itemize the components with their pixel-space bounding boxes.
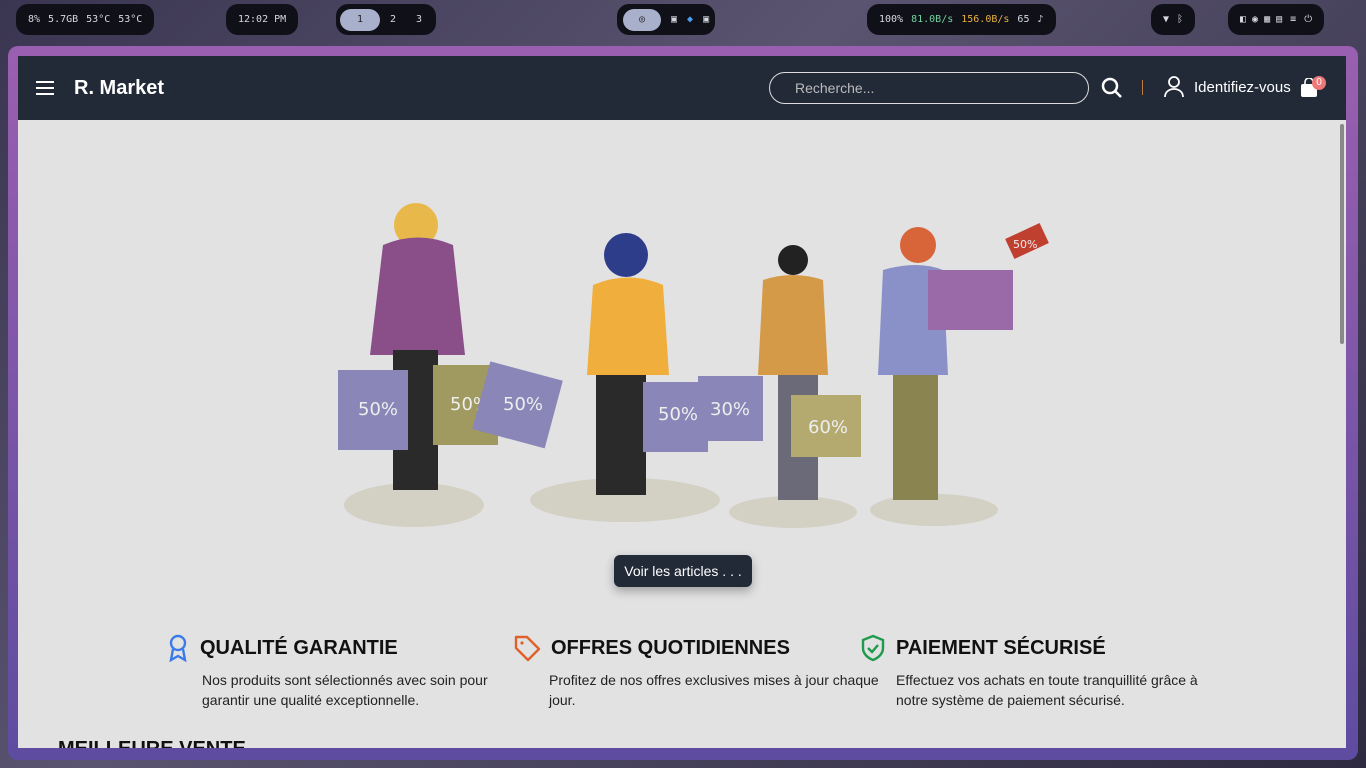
divider <box>1142 80 1143 95</box>
menu-icon[interactable] <box>36 81 54 95</box>
temp: 53°C <box>86 14 111 25</box>
tag-icon <box>514 635 541 662</box>
bluetooth-icon[interactable]: ᛒ <box>1177 14 1183 25</box>
feature-title: QUALITÉ GARANTIE <box>200 636 398 659</box>
battery: 100% <box>879 14 904 25</box>
scrollbar[interactable] <box>1340 124 1344 344</box>
cpu: 8% <box>28 14 41 25</box>
vscode-icon[interactable]: ◆ <box>687 14 693 25</box>
navbar: R. Market Identifiez-vous 0 <box>18 56 1346 120</box>
feature-offers: OFFRES QUOTIDIENNES Profitez de nos offr… <box>514 634 879 710</box>
bag-label: 50% <box>503 394 543 415</box>
volume[interactable]: 65 <box>1017 14 1029 25</box>
download-rate: 81.0B/s <box>911 14 954 25</box>
app-icon[interactable]: ◎ <box>623 8 661 31</box>
user-icon <box>1164 76 1184 98</box>
feature-title: PAIEMENT SÉCURISÉ <box>896 636 1106 659</box>
memory: 5.7GB <box>48 14 79 25</box>
network-tray: ▼ ᛒ <box>1151 4 1196 35</box>
section-title: MEILLEURE VENTE <box>58 738 246 748</box>
feature-payment: PAIEMENT SÉCURISÉ Effectuez vos achats e… <box>861 634 1226 710</box>
login-link[interactable]: Identifiez-vous <box>1164 76 1291 98</box>
bag-label: 50% <box>1013 238 1037 251</box>
brand-logo[interactable]: R. Market <box>74 77 164 100</box>
search-icon[interactable] <box>1101 77 1123 99</box>
feature-text: Nos produits sont sélectionnés avec soin… <box>202 672 488 708</box>
feature-text: Effectuez vos achats en toute tranquilli… <box>896 672 1198 708</box>
terminal-icon[interactable]: ▣ <box>703 14 709 25</box>
workspace-2[interactable]: 2 <box>380 9 406 31</box>
upload-rate: 156.0B/s <box>961 14 1010 25</box>
search-input[interactable] <box>769 72 1089 104</box>
bag-label: 50% <box>358 399 398 420</box>
mic-icon[interactable]: ♪ <box>1037 14 1043 25</box>
feature-text: Profitez de nos offres exclusives mises … <box>549 672 879 708</box>
shield-check-icon <box>861 634 885 662</box>
clock: 12:02 PM <box>226 4 299 35</box>
status-tray: 100% 81.0B/s 156.0B/s 65 ♪ <box>867 4 1056 35</box>
cart-button[interactable]: 0 <box>1300 76 1326 103</box>
bag-label: 50% <box>658 404 698 425</box>
workspace-3[interactable]: 3 <box>406 9 432 31</box>
quick-tray: ◧ ◉ ▦ ▤ ≡ ⏻ <box>1228 4 1325 35</box>
award-icon <box>169 634 187 662</box>
workspaces: 1 2 3 <box>336 4 436 35</box>
system-stats: 8% 5.7GB 53°C 53°C <box>16 4 155 35</box>
login-label: Identifiez-vous <box>1194 78 1291 96</box>
feature-title: OFFRES QUOTIDIENNES <box>551 636 790 659</box>
wifi-icon[interactable]: ▼ <box>1163 14 1169 25</box>
terminal-icon[interactable]: ▣ <box>671 14 677 25</box>
palette-icon[interactable]: ◧ ◉ ▦ ▤ <box>1240 14 1282 25</box>
cart-count: 0 <box>1312 76 1326 90</box>
app-tray: ◎ ▣ ◆ ▣ <box>617 4 716 35</box>
bag-label: 60% <box>808 417 848 438</box>
workspace-1[interactable]: 1 <box>340 8 380 31</box>
feature-quality: QUALITÉ GARANTIE Nos produits sont sélec… <box>169 634 532 710</box>
browser-window: R. Market Identifiez-vous 0 50% 50% 50% … <box>18 56 1346 748</box>
power-icon[interactable]: ⏻ <box>1304 14 1312 25</box>
view-articles-button[interactable]: Voir les articles . . . <box>614 555 752 587</box>
bag-label: 30% <box>710 399 750 420</box>
temp: 53°C <box>118 14 143 25</box>
menu-icon[interactable]: ≡ <box>1290 14 1296 25</box>
hero-illustration: 50% 50% 50% 50% 30% 60% 50% <box>338 203 1049 528</box>
clock-text: 12:02 PM <box>238 14 287 25</box>
